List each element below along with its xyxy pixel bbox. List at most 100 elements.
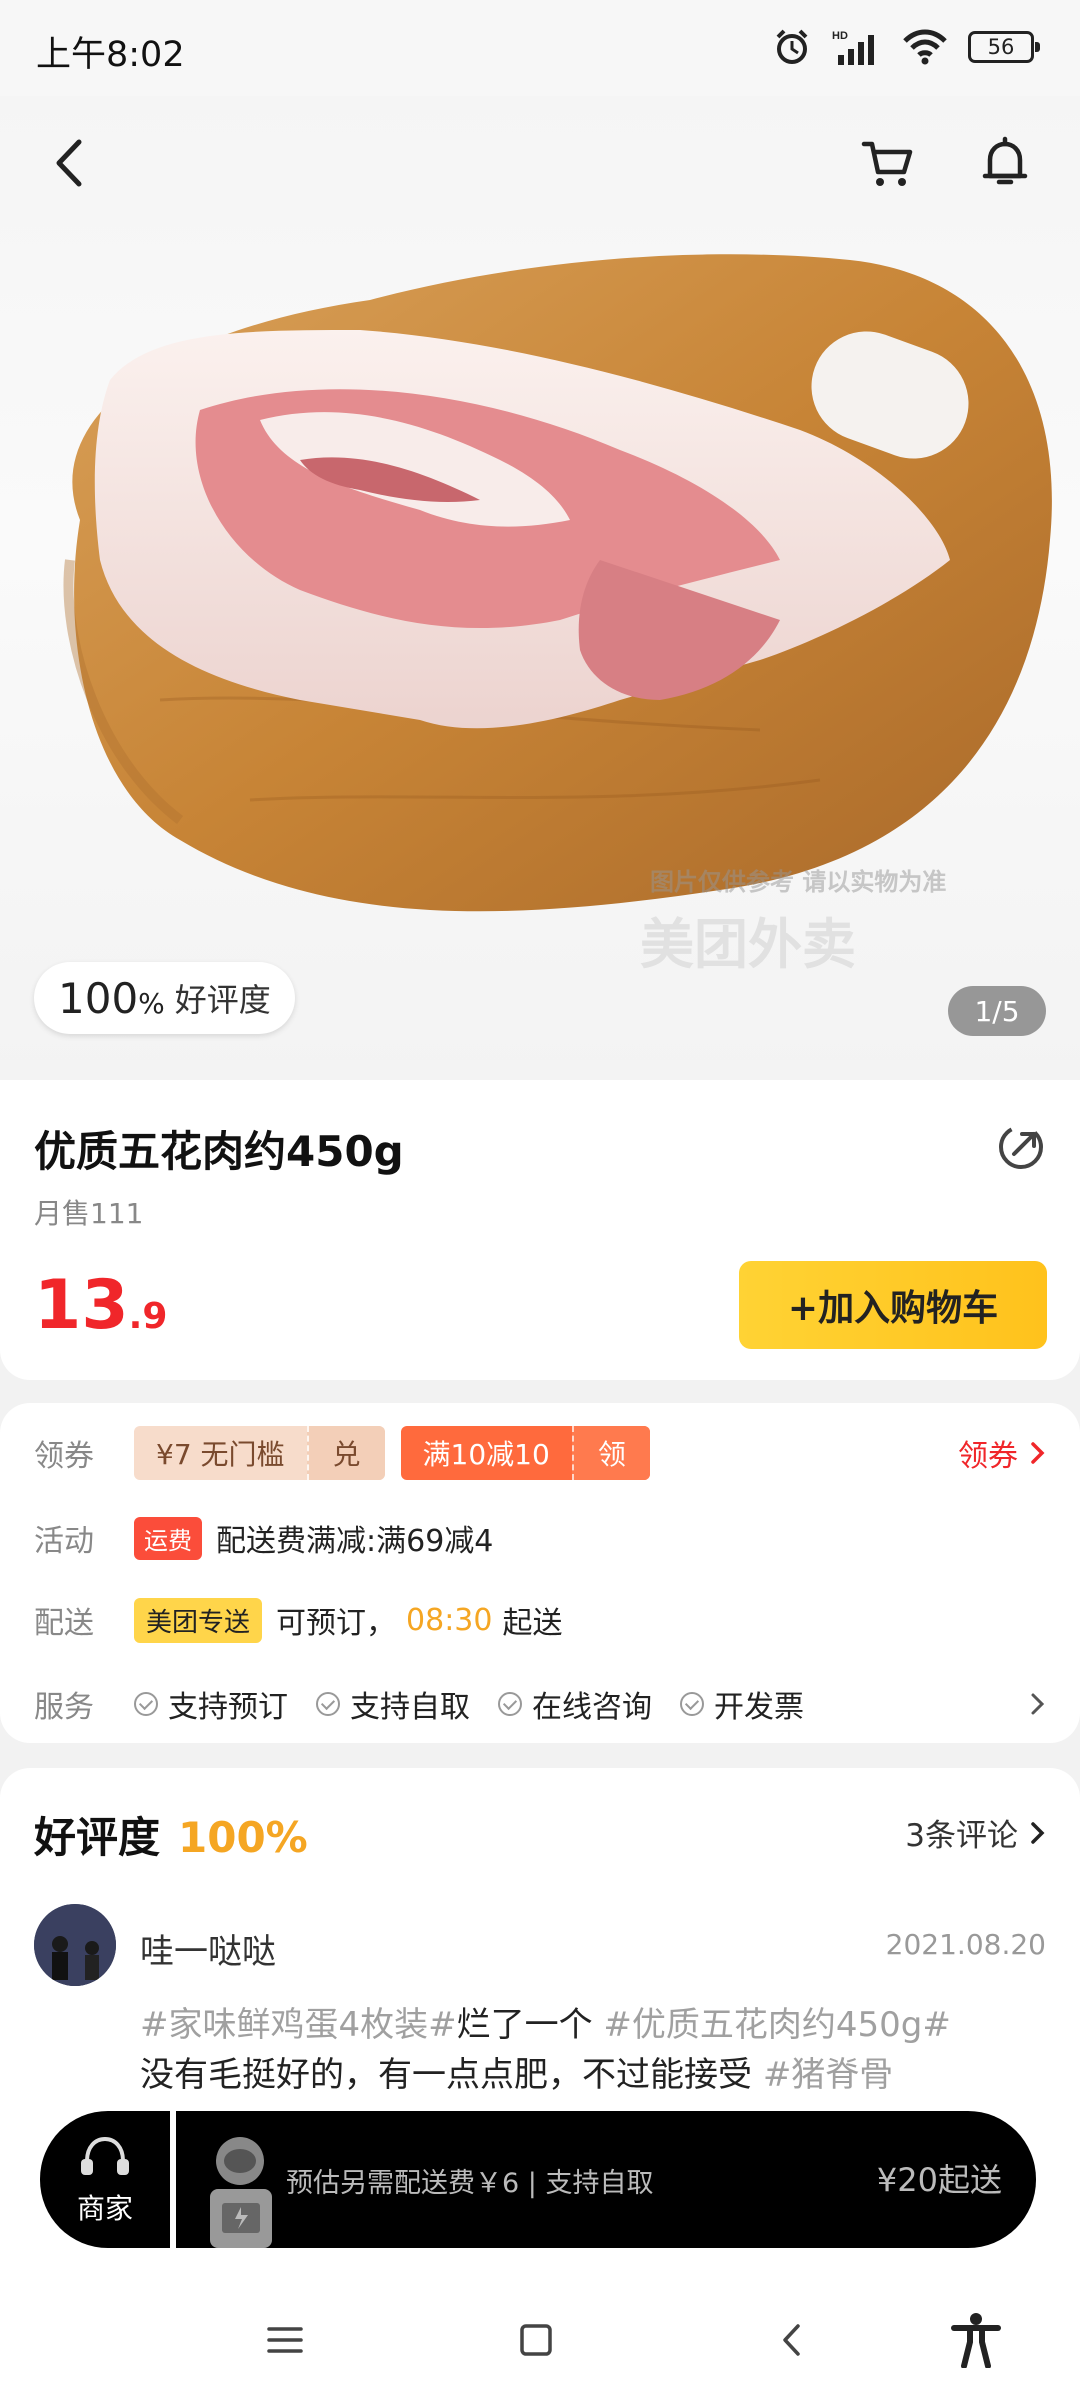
share-button[interactable] bbox=[996, 1122, 1046, 1172]
promo-card: 领券 ¥7 无门槛 兑 满10减10 领 领券 活动 运费 配送费满减:满69减… bbox=[0, 1403, 1080, 1743]
coupon1-action: 兑 bbox=[306, 1426, 385, 1480]
review-hashtag[interactable]: #猪脊骨 bbox=[763, 2055, 894, 2095]
coupon2-action: 领 bbox=[571, 1426, 650, 1480]
battery-icon: 56 bbox=[968, 31, 1040, 63]
review-text: #家味鲜鸡蛋4枚装#烂了一个 #优质五花肉约450g# 没有毛挺好的，有一点点肥，… bbox=[140, 2000, 1040, 2100]
service-label: 开发票 bbox=[714, 1690, 804, 1725]
coupon-full-reduction[interactable]: 满10减10 领 bbox=[400, 1426, 650, 1480]
notification-button[interactable] bbox=[970, 128, 1040, 198]
check-circle-icon bbox=[498, 1692, 522, 1716]
check-circle-icon bbox=[134, 1692, 158, 1716]
service-label: 在线咨询 bbox=[532, 1690, 652, 1725]
coupon2-text: 满10减10 bbox=[422, 1438, 550, 1471]
coupon-no-threshold[interactable]: ¥7 无门槛 兑 bbox=[134, 1426, 385, 1480]
rating-badge-unit: % bbox=[138, 986, 165, 1020]
shop-button[interactable]: 商家 bbox=[40, 2111, 170, 2248]
system-back-button[interactable] bbox=[762, 2310, 822, 2370]
activity-text: 配送费满减:满69减4 bbox=[216, 1524, 494, 1559]
review-text-part: 烂了一个 bbox=[456, 2005, 604, 2045]
avatar-image bbox=[34, 1904, 116, 1986]
review-username: 哇一哒哒 bbox=[140, 1932, 276, 1972]
status-bar: 上午8:02 HD 56 bbox=[0, 0, 1080, 96]
min-order: ¥20起送 bbox=[876, 2161, 1002, 2199]
review-hashtag[interactable]: #优质五花肉约450g# bbox=[603, 2005, 950, 2045]
activity-row: 活动 运费 配送费满减:满69减4 bbox=[34, 1510, 493, 1566]
price-decimal: .9 bbox=[128, 1296, 168, 1337]
headset-icon bbox=[81, 2136, 129, 2175]
service-item: 开发票 bbox=[680, 1682, 804, 1726]
delivery-time: 08:30 bbox=[406, 1602, 493, 1638]
monthly-sales: 月售111 bbox=[34, 1197, 144, 1230]
page: 图片仅供参考 请以实物为准 美团外卖 上午8:02 HD 56 100% 好评度… bbox=[0, 0, 1080, 2400]
check-circle-icon bbox=[316, 1692, 340, 1716]
activity-tag: 运费 bbox=[134, 1516, 202, 1560]
coupon1-text: ¥7 无门槛 bbox=[156, 1438, 285, 1471]
chevron-left-icon bbox=[56, 139, 82, 187]
review-date: 2021.08.20 bbox=[885, 1928, 1046, 1961]
chevron-left-icon bbox=[783, 2324, 800, 2356]
rating-badge-number: 100 bbox=[58, 973, 139, 1023]
bell-icon bbox=[982, 136, 1028, 185]
watermark-text: 图片仅供参考 请以实物为准 bbox=[650, 868, 947, 896]
image-pager: 1/5 bbox=[948, 986, 1046, 1036]
delivery-tag: 美团专送 bbox=[134, 1597, 263, 1643]
delivery-text-pre: 可预订， bbox=[276, 1606, 397, 1641]
shop-label: 商家 bbox=[76, 2191, 133, 2225]
delivery-row-label: 配送 bbox=[34, 1606, 94, 1641]
system-nav-bar bbox=[0, 2270, 1080, 2400]
rating-badge-label: 好评度 bbox=[174, 981, 271, 1019]
menu-icon bbox=[267, 2327, 303, 2353]
delivery-text-post: 起送 bbox=[502, 1606, 563, 1641]
service-row-label: 服务 bbox=[34, 1690, 94, 1725]
delivery-fee-estimate: 预估另需配送费￥6 | 支持自取 bbox=[286, 2168, 654, 2199]
coupon-row-label: 领券 bbox=[34, 1439, 94, 1474]
cart-button[interactable] bbox=[852, 128, 922, 198]
delivery-row: 配送 美团专送 可预订， 08:30 起送 bbox=[34, 1592, 562, 1648]
review-hashtag[interactable]: #家味鲜鸡蛋4枚装# bbox=[140, 2005, 457, 2045]
product-name: 优质五花肉约450g bbox=[34, 1127, 404, 1176]
share-icon bbox=[999, 1125, 1043, 1169]
alarm-icon bbox=[776, 29, 808, 64]
rider-illustration bbox=[210, 2137, 272, 2248]
svg-text:HD: HD bbox=[832, 30, 848, 42]
chevron-right-icon bbox=[1031, 1821, 1045, 1844]
service-label: 支持自取 bbox=[350, 1690, 470, 1725]
home-button[interactable] bbox=[506, 2310, 566, 2370]
accessibility-button[interactable] bbox=[946, 2310, 1006, 2370]
get-coupon-link[interactable]: 领券 bbox=[958, 1431, 1046, 1475]
rating-badge-value: 100% bbox=[58, 974, 165, 1023]
service-label: 支持预订 bbox=[168, 1690, 288, 1725]
reviews-pct: 100% bbox=[178, 1813, 308, 1862]
wifi-icon bbox=[903, 29, 947, 65]
service-item: 支持自取 bbox=[316, 1682, 470, 1726]
reviews-title: 好评度 100% bbox=[34, 1804, 308, 1865]
activity-row-label: 活动 bbox=[34, 1524, 94, 1559]
product-info-card: 优质五花肉约450g 月售111 13.9 +加入购物车 bbox=[0, 1080, 1080, 1380]
back-button[interactable] bbox=[34, 128, 104, 198]
review-text-part: 没有毛挺好的，有一点点肥，不过能接受 bbox=[140, 2055, 763, 2095]
service-row[interactable]: 服务 支持预订 支持自取 在线咨询 开发票 bbox=[34, 1676, 1046, 1732]
service-item: 在线咨询 bbox=[498, 1682, 652, 1726]
status-icons: HD 56 bbox=[772, 22, 1040, 72]
price-integer: 13 bbox=[34, 1266, 129, 1345]
cart-bar-divider bbox=[170, 2111, 176, 2248]
get-coupon-label: 领券 bbox=[958, 1439, 1018, 1474]
reviews-count: 3条评论 bbox=[905, 1818, 1018, 1854]
signal-icon: HD bbox=[832, 30, 874, 65]
menu-button[interactable] bbox=[255, 2310, 315, 2370]
cart-icon bbox=[861, 141, 913, 186]
price: 13.9 bbox=[34, 1266, 167, 1345]
check-circle-icon bbox=[680, 1692, 704, 1716]
top-nav bbox=[0, 110, 1080, 220]
reviews-title-text: 好评度 bbox=[34, 1813, 161, 1862]
rating-badge: 100% 好评度 bbox=[34, 962, 295, 1034]
status-time: 上午8:02 bbox=[36, 35, 185, 75]
coupon-row: 领券 ¥7 无门槛 兑 满10减10 领 领券 bbox=[34, 1425, 1046, 1481]
reviews-count-link[interactable]: 3条评论 bbox=[905, 1810, 1046, 1855]
square-icon bbox=[520, 2324, 552, 2356]
avatar[interactable] bbox=[34, 1904, 116, 1986]
accessibility-icon bbox=[951, 2313, 1001, 2368]
cart-bar[interactable]: 商家 预估另需配送费￥6 | 支持自取 ¥20起送 bbox=[40, 2111, 1036, 2248]
add-to-cart-button[interactable]: +加入购物车 bbox=[739, 1261, 1047, 1349]
chevron-right-icon bbox=[1031, 1693, 1045, 1715]
